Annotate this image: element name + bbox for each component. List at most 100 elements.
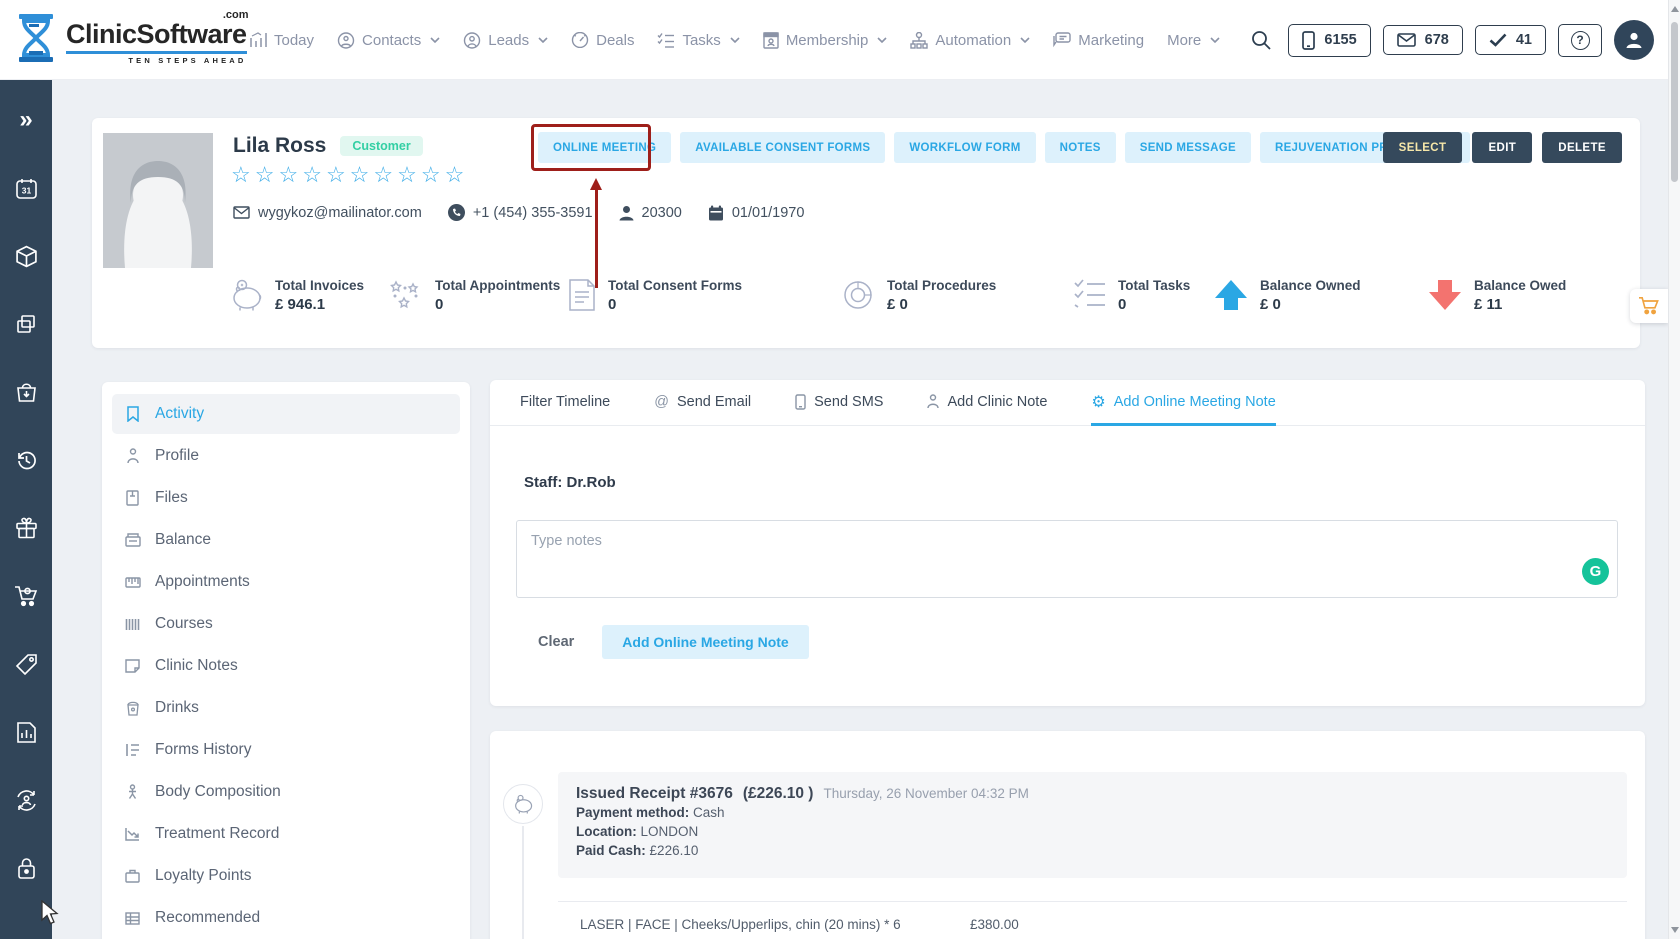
phone-icon	[448, 204, 465, 221]
online-meeting-button[interactable]: ONLINE MEETING	[538, 132, 671, 163]
clear-button[interactable]: Clear	[538, 634, 574, 650]
field-value: LONDON	[641, 824, 699, 839]
search-icon[interactable]	[1251, 30, 1272, 51]
tab-label: Filter Timeline	[520, 394, 610, 410]
tab-add-online-meeting-note[interactable]: ⚙ Add Online Meeting Note	[1091, 380, 1275, 426]
checklist-icon	[1073, 278, 1107, 308]
send-message-button[interactable]: SEND MESSAGE	[1125, 132, 1251, 163]
available-consent-forms-button[interactable]: AVAILABLE CONSENT FORMS	[680, 132, 885, 163]
gift-icon[interactable]	[14, 516, 38, 540]
menu-item-forms-history[interactable]: Forms History	[112, 730, 460, 770]
floating-cart-button[interactable]	[1630, 289, 1668, 323]
rating-stars[interactable]: ☆☆☆☆☆☆☆☆☆☆	[231, 162, 468, 188]
menu-item-appointments[interactable]: Appointments	[112, 562, 460, 602]
patient-photo-placeholder[interactable]	[103, 133, 213, 268]
grammarly-icon[interactable]: G	[1582, 558, 1609, 585]
stat-label: Total Procedures	[887, 278, 996, 293]
nav-item-tasks[interactable]: Tasks	[657, 32, 739, 49]
tab-send-sms[interactable]: Send SMS	[795, 380, 883, 426]
menu-item-recommended[interactable]: Recommended	[112, 898, 460, 938]
messages-counter-button[interactable]: 678	[1383, 25, 1463, 55]
receipt-entry[interactable]: Issued Receipt #3676 (£226.10 ) Thursday…	[558, 772, 1627, 878]
briefcase-icon	[124, 869, 141, 883]
note-form-buttons: Clear Add Online Meeting Note	[538, 625, 809, 659]
calls-counter-button[interactable]: 6155	[1288, 24, 1370, 57]
cart-icon[interactable]	[14, 584, 38, 608]
messages-count: 678	[1425, 32, 1449, 48]
user-avatar[interactable]	[1614, 20, 1654, 60]
menu-item-activity[interactable]: Activity	[112, 394, 460, 434]
menu-item-treatment-record[interactable]: Treatment Record	[112, 814, 460, 854]
scrollbar-thumb[interactable]	[1671, 22, 1678, 182]
menu-item-body-composition[interactable]: Body Composition	[112, 772, 460, 812]
chart-down-icon	[124, 827, 141, 841]
nav-item-leads[interactable]: Leads	[463, 32, 548, 49]
stat-label: Total Tasks	[1118, 278, 1190, 293]
help-button[interactable]: ?	[1558, 24, 1602, 57]
notes-input[interactable]	[516, 520, 1618, 598]
nav-item-membership[interactable]: Membership	[763, 32, 888, 49]
menu-item-clinic-notes[interactable]: Clinic Notes	[112, 646, 460, 686]
nav-item-deals[interactable]: Deals	[571, 32, 634, 49]
tab-send-email[interactable]: @ Send Email	[654, 380, 751, 426]
star-icon: ☆	[302, 162, 326, 187]
piggy-bank-icon	[228, 278, 264, 312]
menu-label: Appointments	[155, 573, 250, 591]
select-button[interactable]: SELECT	[1383, 132, 1463, 163]
add-online-meeting-note-button[interactable]: Add Online Meeting Note	[602, 625, 808, 659]
duplicate-icon[interactable]	[14, 312, 38, 336]
workflow-form-button[interactable]: WORKFLOW FORM	[894, 132, 1035, 163]
lock-icon[interactable]	[14, 856, 38, 880]
products-cube-icon[interactable]	[14, 244, 38, 268]
report-document-icon[interactable]	[14, 720, 38, 744]
menu-item-drinks[interactable]: Drinks	[112, 688, 460, 728]
nav-label: Leads	[488, 32, 529, 49]
patient-phone[interactable]: +1 (454) 355-3591	[448, 204, 593, 221]
chevron-down-icon	[430, 37, 440, 43]
stat-value: £ 0	[1260, 296, 1361, 313]
nav-item-automation[interactable]: Automation	[910, 32, 1030, 49]
clinicsoftware-logo[interactable]: ClinicSoftware .com TEN STEPS AHEAD	[16, 13, 247, 65]
delete-button[interactable]: DELETE	[1542, 132, 1622, 163]
timeline-card: Issued Receipt #3676 (£226.10 ) Thursday…	[490, 731, 1645, 939]
menu-item-profile[interactable]: Profile	[112, 436, 460, 476]
customer-sync-icon[interactable]	[14, 788, 38, 812]
shopping-bag-icon[interactable]	[14, 380, 38, 404]
record-action-buttons: SELECT EDIT DELETE	[1383, 132, 1622, 163]
menu-item-files[interactable]: Files	[112, 478, 460, 518]
patient-birthdate[interactable]: 01/01/1970	[708, 205, 805, 221]
patient-email[interactable]: wygykoz@mailinator.com	[233, 205, 422, 221]
stat-total-procedures: Total Procedures£ 0	[840, 278, 996, 313]
nav-item-contacts[interactable]: Contacts	[337, 32, 440, 49]
menu-item-courses[interactable]: Courses	[112, 604, 460, 644]
nav-item-marketing[interactable]: Marketing	[1053, 32, 1144, 49]
calls-count: 6155	[1324, 32, 1356, 48]
tools-tabs: Filter Timeline @ Send Email Send SMS Ad…	[490, 380, 1645, 426]
contacts-icon	[337, 32, 355, 49]
receipt-title: Issued Receipt #3676	[576, 785, 733, 803]
nav-item-more[interactable]: More	[1167, 32, 1220, 49]
stat-value: 0	[608, 296, 742, 313]
tab-add-clinic-note[interactable]: Add Clinic Note	[927, 380, 1047, 426]
page-scrollbar[interactable]	[1668, 0, 1680, 939]
history-icon[interactable]	[14, 448, 38, 472]
field-label: Payment method:	[576, 805, 689, 820]
calendar-icon[interactable]: 31	[14, 176, 38, 200]
tasks-counter-button[interactable]: 41	[1475, 25, 1546, 55]
notes-button[interactable]: NOTES	[1045, 132, 1116, 163]
expand-sidebar-icon[interactable]: »	[14, 108, 38, 132]
scrollbar-up-arrow[interactable]	[1671, 6, 1679, 12]
person-icon	[619, 205, 634, 221]
nav-label: Deals	[596, 32, 634, 49]
staff-label: Staff: Dr.Rob	[524, 474, 616, 491]
price-tag-icon[interactable]	[14, 652, 38, 676]
nav-item-today[interactable]: Today	[250, 32, 314, 49]
menu-item-loyalty-points[interactable]: Loyalty Points	[112, 856, 460, 896]
patient-id[interactable]: 20300	[619, 205, 682, 221]
edit-button[interactable]: EDIT	[1472, 132, 1532, 163]
chevron-down-icon	[538, 37, 548, 43]
scrollbar-down-arrow[interactable]	[1671, 927, 1679, 933]
tab-filter-timeline[interactable]: Filter Timeline	[520, 380, 610, 426]
stat-label: Total Appointments	[435, 278, 560, 293]
menu-item-balance[interactable]: Balance	[112, 520, 460, 560]
